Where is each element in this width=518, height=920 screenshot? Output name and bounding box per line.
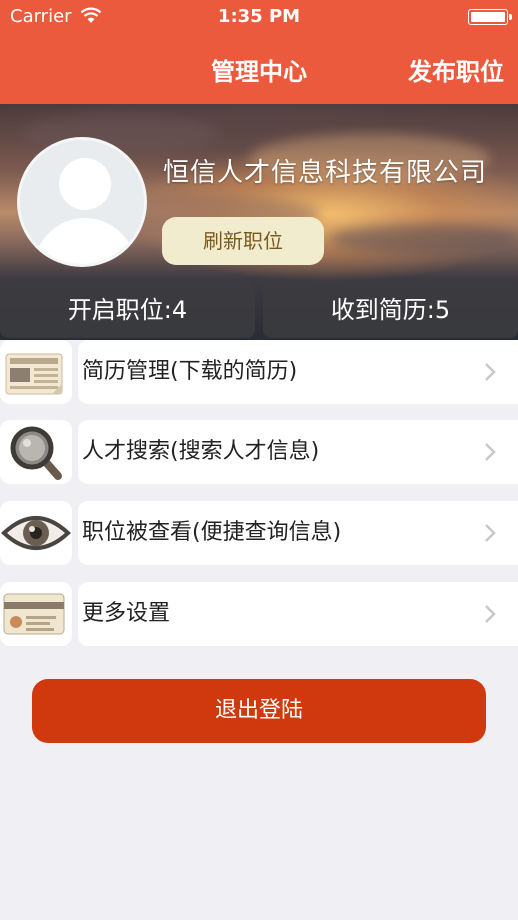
nav-bar: 管理中心 发布职位 (0, 36, 518, 104)
menu-card[interactable]: 职位被查看(便捷查询信息) (78, 501, 518, 565)
publish-position-button[interactable]: 发布职位 (408, 52, 504, 87)
avatar[interactable] (17, 137, 147, 267)
chevron-right-icon (485, 524, 496, 542)
chevron-right-icon (485, 605, 496, 623)
avatar-head-shape (59, 158, 111, 210)
company-name: 恒信人才信息科技有限公司 (163, 158, 488, 188)
menu-item-position-views[interactable]: 职位被查看(便捷查询信息) (0, 501, 518, 565)
chevron-right-icon (485, 443, 496, 461)
menu-item-label: 人才搜索(搜索人才信息) (82, 439, 320, 464)
menu-card[interactable]: 人才搜索(搜索人才信息) (78, 420, 518, 484)
chevron-right-icon (485, 363, 496, 381)
open-positions-stat[interactable]: 开启职位:4 (0, 282, 255, 338)
menu-item-label: 职位被查看(便捷查询信息) (82, 520, 342, 545)
newspaper-icon (5, 353, 63, 395)
menu-item-talent-search[interactable]: 人才搜索(搜索人才信息) (0, 420, 518, 484)
avatar-body-shape (34, 218, 136, 264)
menu-icon-box (0, 340, 72, 404)
eye-icon (1, 516, 71, 550)
battery-icon (468, 9, 512, 25)
resumes-received-stat[interactable]: 收到简历:5 (263, 282, 518, 338)
magnifier-icon (10, 426, 62, 480)
menu-card[interactable]: 更多设置 (78, 582, 518, 646)
menu-icon-box (0, 501, 72, 565)
logout-button[interactable]: 退出登陆 (32, 679, 486, 743)
menu-item-label: 更多设置 (82, 601, 171, 626)
menu-item-resume-management[interactable]: 简历管理(下载的简历) (0, 340, 518, 404)
menu-icon-box (0, 582, 72, 646)
menu-item-more-settings[interactable]: 更多设置 (0, 582, 518, 646)
id-card-icon (3, 593, 65, 635)
clock: 1:35 PM (217, 6, 301, 27)
menu-card[interactable]: 简历管理(下载的简历) (78, 340, 518, 404)
status-bar: Carrier 1:35 PM (0, 0, 518, 36)
menu-item-label: 简历管理(下载的简历) (82, 359, 298, 384)
refresh-positions-button[interactable]: 刷新职位 (162, 217, 324, 265)
menu-icon-box (0, 420, 72, 484)
profile-header: 恒信人才信息科技有限公司 刷新职位 开启职位:4 收到简历:5 (0, 104, 518, 340)
